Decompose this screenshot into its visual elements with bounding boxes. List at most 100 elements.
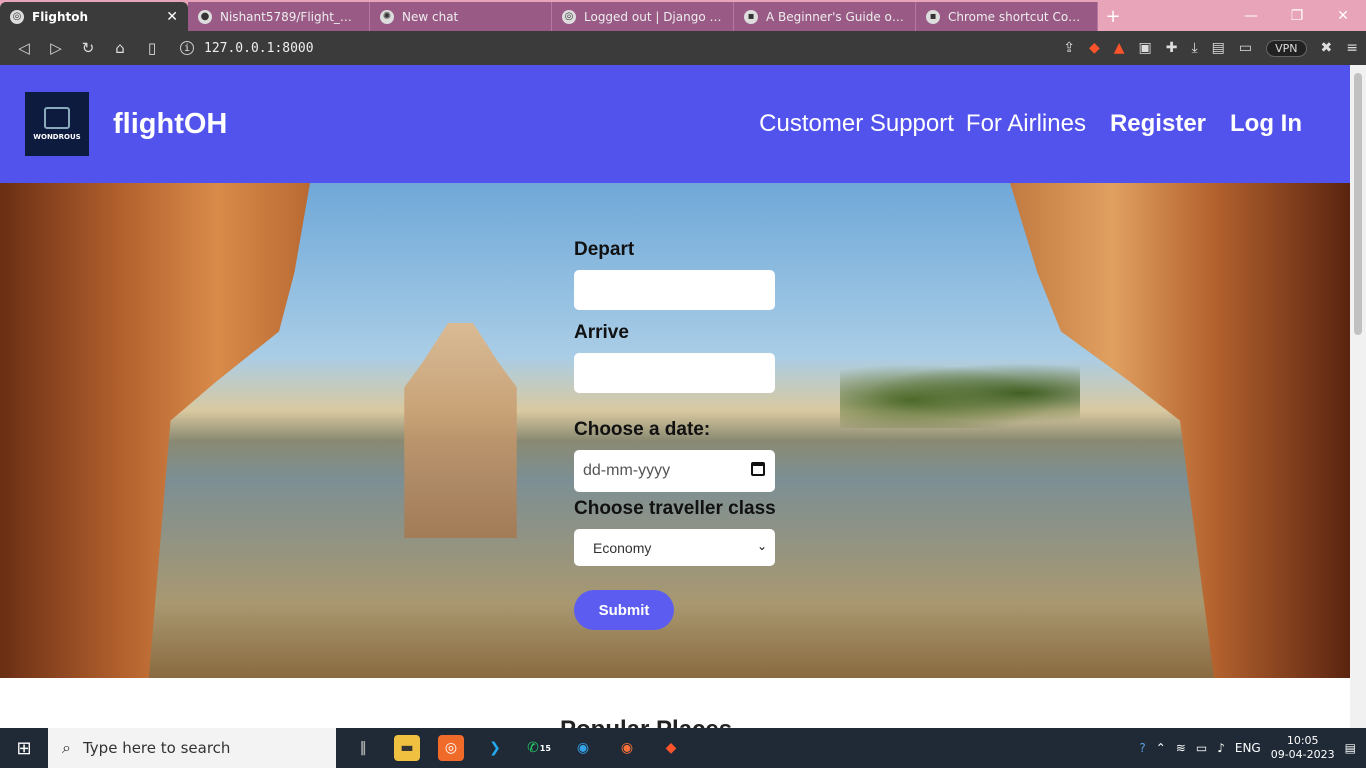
brave-shield-icon[interactable]: ◆ <box>1089 40 1100 56</box>
tab-title: Chrome shortcut Comman <box>948 9 1087 24</box>
globe-icon: ◎ <box>562 9 576 24</box>
brave-taskbar-icon[interactable]: ◆ <box>658 735 684 761</box>
flight-search-form: Depart Arrive Choose a date: dd-mm-yyyy … <box>574 239 794 630</box>
chevron-down-icon: ⌄ <box>756 539 767 553</box>
vpn-button[interactable]: VPN <box>1266 39 1307 57</box>
wallet-icon[interactable]: ▭ <box>1239 40 1252 56</box>
logo-mark-icon <box>44 107 70 129</box>
scrollbar-thumb[interactable] <box>1354 73 1362 335</box>
app-orange-icon[interactable]: ◎ <box>438 735 464 761</box>
windows-start-icon[interactable]: ⊞ <box>0 728 48 768</box>
page-icon: ▪ <box>744 9 758 24</box>
back-icon[interactable]: ◁ <box>8 39 40 57</box>
nav-login[interactable]: Log In <box>1230 110 1302 138</box>
browser-tab-bar: ◎ Flightoh ✕ ● Nishant5789/Flight_Bookin… <box>0 0 1366 31</box>
class-selected-value: Economy <box>593 539 652 556</box>
puzzle-icon[interactable]: ✚ <box>1166 40 1178 56</box>
clock-date: 09-04-2023 <box>1270 748 1335 761</box>
taskbar-clock[interactable]: 10:05 09-04-2023 <box>1271 734 1335 762</box>
hero-pavilion <box>404 323 517 538</box>
battery-icon[interactable]: ▭ <box>1196 741 1207 755</box>
nav-register[interactable]: Register <box>1110 110 1206 138</box>
address-bar: ◁ ▷ ↻ ⌂ ▯ i 127.0.0.1:8000 ⇪ ◆ ▲ ▣ ✚ ⤓ ▤… <box>0 31 1366 65</box>
date-input[interactable]: dd-mm-yyyy <box>574 450 775 492</box>
chatgpt-icon: ✺ <box>380 9 394 24</box>
main-nav: Customer Support For Airlines Register L… <box>747 110 1302 138</box>
depart-label: Depart <box>574 239 635 260</box>
url-text: 127.0.0.1:8000 <box>204 40 314 56</box>
submit-button[interactable]: Submit <box>574 590 674 630</box>
calendar-icon[interactable] <box>751 462 765 476</box>
search-placeholder: Type here to search <box>82 739 231 757</box>
tab-title: Flightoh <box>32 9 89 24</box>
vscode-icon[interactable]: ❯ <box>482 735 508 761</box>
taskbar-search[interactable]: ⌕ Type here to search <box>48 728 336 768</box>
home-icon[interactable]: ⌂ <box>104 39 136 57</box>
notifications-icon[interactable]: ▤ <box>1345 741 1356 755</box>
date-placeholder: dd-mm-yyyy <box>583 462 671 479</box>
minimize-icon[interactable]: — <box>1228 8 1274 24</box>
hero-trees <box>840 358 1080 428</box>
tab-django-logout[interactable]: ◎ Logged out | Django site a <box>552 2 734 31</box>
nav-customer-support[interactable]: Customer Support <box>759 110 954 138</box>
tab-new-chat[interactable]: ✺ New chat <box>370 2 552 31</box>
page-scrollbar[interactable] <box>1350 65 1366 728</box>
depart-input[interactable] <box>574 270 775 310</box>
brave-rewards-icon[interactable]: ▲ <box>1114 40 1125 56</box>
reload-icon[interactable]: ↻ <box>72 39 104 57</box>
volume-icon[interactable]: ♪ <box>1217 741 1225 755</box>
whatsapp-icon[interactable]: ✆ 15 <box>526 735 552 761</box>
extension-icon[interactable]: ▣ <box>1139 40 1152 56</box>
restore-icon[interactable]: ❐ <box>1274 8 1320 24</box>
site-header: WONDROUS flightOH Customer Support For A… <box>0 65 1350 183</box>
menu-icon[interactable]: ≡ <box>1346 40 1358 56</box>
site-logo[interactable]: WONDROUS <box>25 92 89 156</box>
nav-for-airlines[interactable]: For Airlines <box>966 110 1086 138</box>
close-window-icon[interactable]: ✕ <box>1320 8 1366 24</box>
taskbar: ⊞ ⌕ Type here to search ‖ ▬ ◎ ❯ ✆ 15 ◉ ◉ … <box>0 728 1366 768</box>
hero-pillar-right <box>1010 183 1350 678</box>
page-icon: ▪ <box>926 9 940 24</box>
file-explorer-icon[interactable]: ▬ <box>394 735 420 761</box>
help-icon[interactable]: ? <box>1139 741 1145 755</box>
logo-text: WONDROUS <box>33 133 81 141</box>
arrive-input[interactable] <box>574 353 775 393</box>
task-view-icon[interactable]: ‖ <box>350 735 376 761</box>
tab-beginners-guide[interactable]: ▪ A Beginner's Guide on How <box>734 2 916 31</box>
show-hidden-icons-icon[interactable]: ⌃ <box>1156 741 1166 755</box>
close-tab-icon[interactable]: ✕ <box>166 9 178 25</box>
edge-icon[interactable]: ◉ <box>570 735 596 761</box>
tab-title: A Beginner's Guide on How <box>766 9 905 24</box>
wifi-icon[interactable]: ≋ <box>1176 741 1186 755</box>
sidebar-icon[interactable]: ▤ <box>1212 40 1225 56</box>
hero-pillar-left <box>0 183 310 678</box>
clock-time: 10:05 <box>1286 734 1319 747</box>
section-title: Popular Places <box>560 716 732 728</box>
url-field[interactable]: i 127.0.0.1:8000 <box>180 41 314 56</box>
tab-title: New chat <box>402 9 459 24</box>
firefox-icon[interactable]: ◉ <box>614 735 640 761</box>
tab-github[interactable]: ● Nishant5789/Flight_Bookin <box>188 2 370 31</box>
hero-section: Depart Arrive Choose a date: dd-mm-yyyy … <box>0 183 1350 678</box>
taskbar-apps: ‖ ▬ ◎ ❯ ✆ 15 ◉ ◉ ◆ <box>350 735 684 761</box>
github-icon: ● <box>198 9 212 24</box>
bookmark-icon[interactable]: ▯ <box>136 39 168 57</box>
class-select[interactable]: Economy ⌄ <box>574 529 775 566</box>
date-label: Choose a date: <box>574 419 711 440</box>
whatsapp-badge: 15 <box>539 743 551 753</box>
tab-chrome-shortcuts[interactable]: ▪ Chrome shortcut Comman <box>916 2 1098 31</box>
download-icon[interactable]: ⤓ <box>1191 40 1197 56</box>
tab-title: Nishant5789/Flight_Bookin <box>220 9 359 24</box>
forward-icon[interactable]: ▷ <box>40 39 72 57</box>
share-icon[interactable]: ⇪ <box>1063 40 1075 56</box>
site-info-icon[interactable]: i <box>180 41 194 55</box>
class-label: Choose traveller class <box>574 498 776 519</box>
brand-name[interactable]: flightOH <box>113 108 227 141</box>
profile-icon[interactable]: ✖ <box>1321 40 1333 56</box>
globe-icon: ◎ <box>10 9 24 24</box>
tab-flightoh[interactable]: ◎ Flightoh ✕ <box>0 2 188 31</box>
language-indicator[interactable]: ENG <box>1235 741 1261 755</box>
new-tab-button[interactable]: + <box>1098 2 1128 31</box>
window-controls: — ❐ ✕ <box>1228 0 1366 31</box>
tab-title: Logged out | Django site a <box>584 9 723 24</box>
